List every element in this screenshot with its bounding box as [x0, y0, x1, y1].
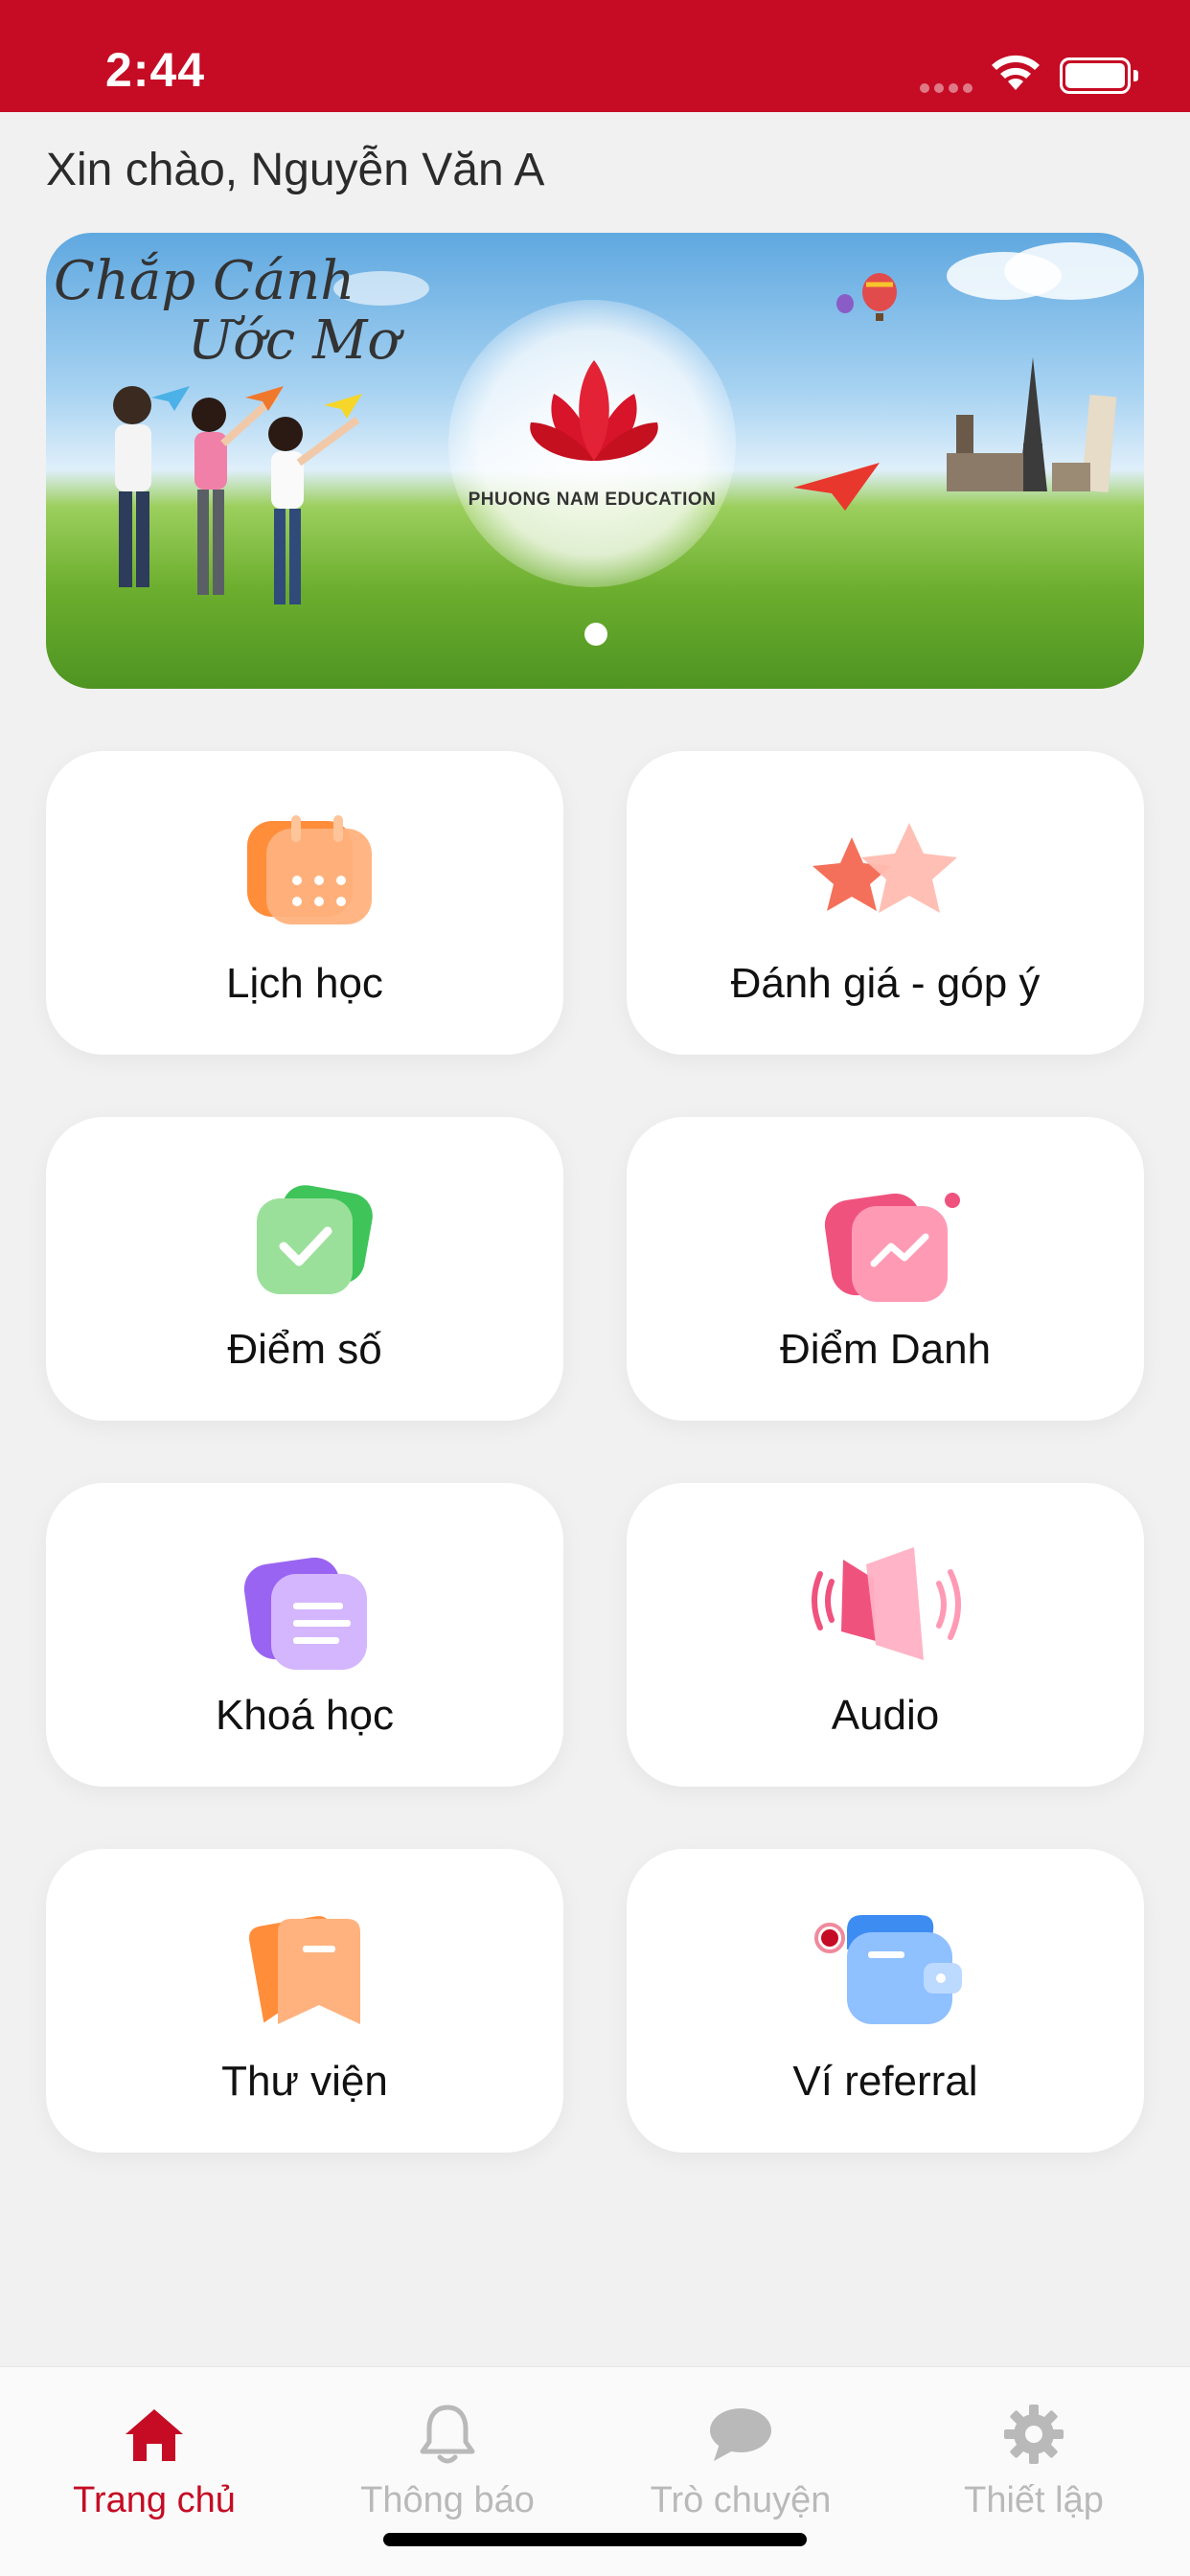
check-icon [257, 1185, 373, 1294]
tab-chat-label: Trò chuyện [650, 2480, 832, 2520]
tile-label: Lịch học [226, 960, 383, 1007]
tab-home-label: Trang chủ [73, 2480, 236, 2520]
stars-icon [812, 823, 957, 913]
tile-vi-referral[interactable]: Ví referral [627, 1849, 1144, 2153]
banner-slogan: Chắp Cánh Ước Mơ [54, 252, 400, 371]
tab-home[interactable]: Trang chủ [30, 2396, 279, 2521]
paper-plane-icon [324, 394, 362, 419]
bookmark-icon [249, 1916, 360, 2024]
calendar-icon [247, 815, 372, 924]
paper-plane-icon [793, 463, 880, 511]
promo-banner[interactable]: Chắp Cánh Ước Mơ PHUONG NAM EDUCATION [46, 233, 1144, 689]
tile-thu-vien[interactable]: Thư viện [46, 1849, 563, 2153]
gear-icon [1004, 2405, 1064, 2464]
cellular-signal-icon [920, 80, 977, 98]
tile-lich-hoc[interactable]: Lịch học [46, 751, 563, 1055]
tile-label: Đánh giá - góp ý [730, 960, 1041, 1007]
status-time: 2:44 [105, 43, 206, 97]
tab-settings-label: Thiết lập [964, 2480, 1104, 2520]
chat-bubble-icon [710, 2408, 771, 2461]
tile-label: Thư viện [221, 2058, 388, 2105]
tile-danh-gia[interactable]: Đánh giá - góp ý [627, 751, 1144, 1055]
banner-logo-text: PHUONG NAM EDUCATION [468, 490, 717, 510]
status-bar: 2:44 [0, 0, 1190, 112]
banner-slogan-line1: Chắp Cánh [54, 250, 355, 312]
paper-plane-icon [151, 386, 190, 411]
greeting-text: Xin chào, Nguyễn Văn A [46, 145, 545, 195]
landmarks-illustration [947, 357, 1117, 493]
document-icon [243, 1557, 367, 1670]
tab-chat[interactable]: Trò chuyện [616, 2396, 865, 2521]
tile-audio[interactable]: Audio [627, 1483, 1144, 1787]
tile-label: Audio [831, 1692, 940, 1739]
tab-notifications[interactable]: Thông báo [323, 2396, 572, 2521]
hot-air-balloon-icon [836, 273, 897, 321]
chart-icon [824, 1193, 960, 1302]
home-icon [126, 2409, 183, 2461]
paper-plane-icon [245, 386, 284, 411]
tile-label: Ví referral [792, 2058, 978, 2105]
tile-label: Khoá học [216, 1692, 394, 1739]
tile-diem-so[interactable]: Điểm số [46, 1117, 563, 1421]
tile-khoa-hoc[interactable]: Khoá học [46, 1483, 563, 1787]
tab-settings[interactable]: Thiết lập [909, 2396, 1158, 2521]
lotus-logo-icon [530, 360, 658, 461]
tile-diem-danh[interactable]: Điểm Danh [627, 1117, 1144, 1421]
tile-label: Điểm Danh [779, 1326, 992, 1373]
tile-label: Điểm số [227, 1326, 382, 1373]
tab-notifications-label: Thông báo [360, 2480, 535, 2520]
battery-icon [1060, 57, 1138, 94]
wallet-icon [814, 1915, 962, 2024]
speaker-icon [812, 1547, 961, 1660]
wifi-icon [992, 55, 1040, 90]
banner-page-indicator[interactable] [584, 623, 607, 646]
students-illustration [113, 386, 360, 604]
banner-slogan-line2: Ước Mơ [188, 309, 400, 372]
bell-icon [420, 2405, 475, 2464]
home-indicator[interactable] [383, 2533, 807, 2546]
